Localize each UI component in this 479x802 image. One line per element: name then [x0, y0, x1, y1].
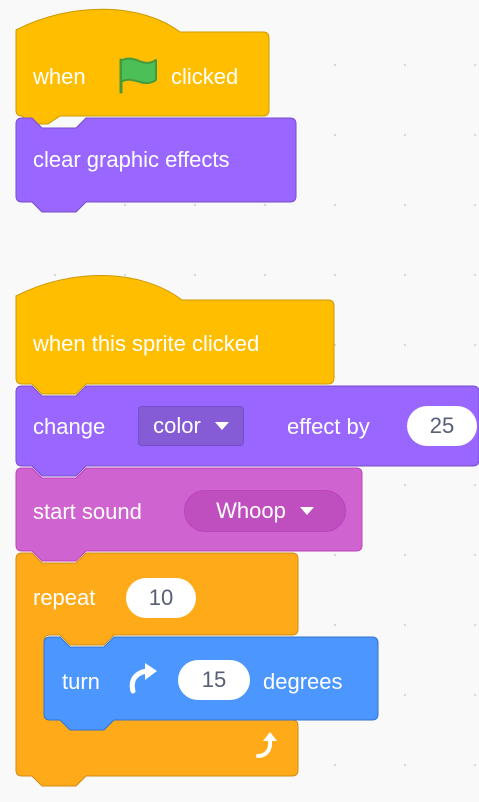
turn-label: turn: [62, 669, 100, 694]
repeat-label: repeat: [33, 585, 96, 610]
change-label: change: [33, 414, 106, 439]
effect-amount-input[interactable]: 25: [407, 406, 477, 446]
turn-degrees-input[interactable]: 15: [178, 660, 250, 700]
sound-dropdown[interactable]: Whoop: [184, 490, 346, 532]
clear-graphic-effects-label: clear graphic effects: [33, 147, 230, 172]
sound-dropdown-value: Whoop: [216, 498, 286, 523]
dropdown-arrow-icon: [214, 422, 229, 430]
hat-clicked-label: clicked: [171, 64, 239, 89]
start-sound-label: start sound: [33, 499, 142, 524]
degrees-label: degrees: [263, 669, 343, 694]
hat-when-label: when: [33, 64, 86, 89]
effect-dropdown[interactable]: color: [138, 406, 244, 446]
repeat-count-input[interactable]: 10: [126, 578, 196, 618]
effect-by-label: effect by: [287, 414, 370, 439]
dropdown-arrow-icon: [299, 507, 314, 515]
sprite-clicked-label: when this sprite clicked: [33, 331, 260, 356]
effect-dropdown-value: color: [153, 413, 201, 438]
